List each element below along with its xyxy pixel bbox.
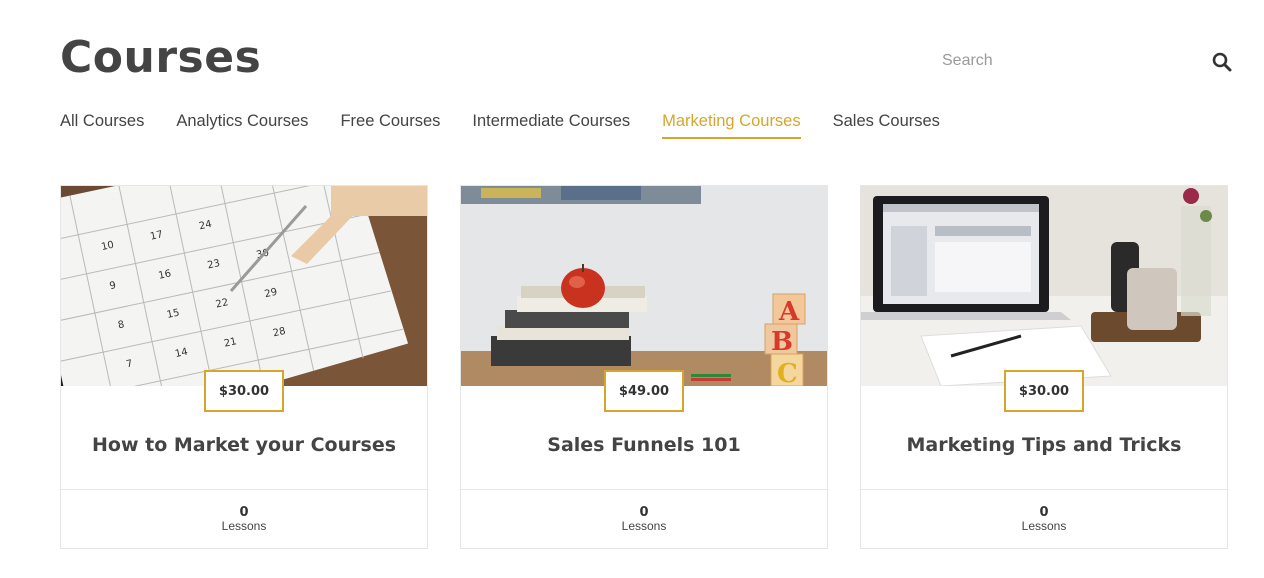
lessons-label: Lessons: [221, 519, 267, 533]
tab-analytics-courses[interactable]: Analytics Courses: [176, 111, 308, 139]
svg-text:C: C: [777, 359, 798, 386]
page-title: Courses: [60, 32, 262, 83]
price-badge: $30.00: [1004, 370, 1084, 412]
lessons-label: Lessons: [621, 519, 667, 533]
tab-all-courses[interactable]: All Courses: [60, 111, 144, 139]
card-divider: [461, 489, 827, 490]
card-divider: [61, 489, 427, 490]
course-title[interactable]: How to Market your Courses: [61, 434, 427, 456]
search-icon[interactable]: [1212, 52, 1232, 72]
course-title[interactable]: Marketing Tips and Tricks: [861, 434, 1227, 456]
svg-text:A: A: [778, 297, 800, 327]
card-divider: [861, 489, 1227, 490]
course-card[interactable]: 101724 9162330 8152229 7142128 $30.00 Ho…: [60, 185, 428, 549]
tab-intermediate-courses[interactable]: Intermediate Courses: [472, 111, 630, 139]
course-grid: 101724 9162330 8152229 7142128 $30.00 Ho…: [60, 185, 1228, 549]
course-card[interactable]: $30.00 Marketing Tips and Tricks 0 Lesso…: [860, 185, 1228, 549]
search-bar: [940, 46, 1232, 76]
category-tabs: All Courses Analytics Courses Free Cours…: [60, 111, 972, 139]
price-badge: $49.00: [604, 370, 684, 412]
laptop-desk-photo[interactable]: [861, 186, 1227, 386]
tab-marketing-courses[interactable]: Marketing Courses: [662, 111, 801, 139]
tab-sales-courses[interactable]: Sales Courses: [833, 111, 940, 139]
tab-free-courses[interactable]: Free Courses: [340, 111, 440, 139]
course-title[interactable]: Sales Funnels 101: [461, 434, 827, 456]
course-card[interactable]: A B C $49.00 Sales Funnels 101 0 Lessons: [460, 185, 828, 549]
svg-text:B: B: [771, 327, 793, 357]
lessons-label: Lessons: [1021, 519, 1067, 533]
calendar-photo[interactable]: 101724 9162330 8152229 7142128: [61, 186, 427, 386]
apple-books-photo[interactable]: A B C: [461, 186, 827, 386]
lessons-count: 0: [239, 505, 249, 520]
price-badge: $30.00: [204, 370, 284, 412]
search-input[interactable]: [940, 46, 1190, 76]
lessons-count: 0: [1039, 505, 1049, 520]
lessons-count: 0: [639, 505, 649, 520]
